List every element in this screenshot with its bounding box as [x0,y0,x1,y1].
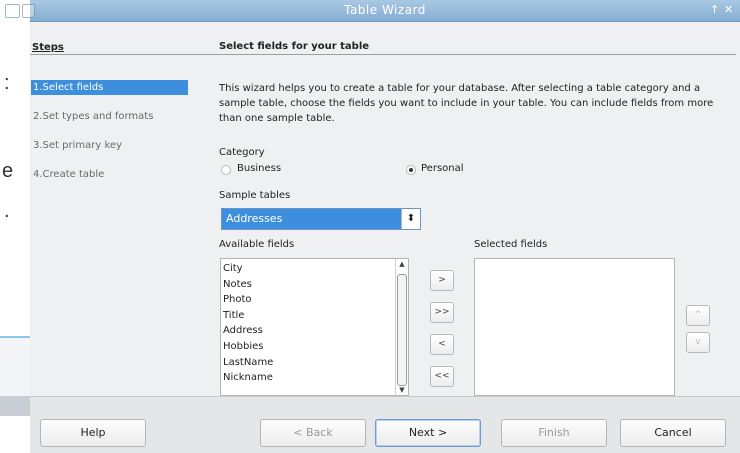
step-set-primary-key[interactable]: 3.Set primary key [31,138,188,153]
title-bar[interactable]: Table Wizard ↑ ✕ [5,0,740,22]
list-item[interactable]: City [223,261,243,277]
steps-title: Steps [32,42,64,53]
move-down-button[interactable]: v [686,332,710,353]
personal-radio[interactable] [406,165,416,175]
available-fields-list[interactable]: City Notes Photo Title Address Hobbies L… [220,258,409,396]
window-title: Table Wizard [344,3,426,17]
business-radio-label[interactable]: Business [237,163,281,174]
next-button[interactable]: Next > [375,419,481,447]
back-button[interactable]: < Back [260,419,366,447]
available-fields-label: Available fields [219,239,295,250]
background-text: : [4,72,10,94]
move-selected-button[interactable]: > [430,270,454,291]
list-item[interactable]: Photo [223,292,252,308]
list-item[interactable]: Notes [223,277,252,293]
list-item[interactable]: Hobbies [223,339,263,355]
business-radio[interactable] [221,165,231,175]
page-description: This wizard helps you to create a table … [219,83,714,124]
step-select-fields[interactable]: 1.Select fields [31,80,188,95]
finish-button[interactable]: Finish [501,419,607,447]
remove-all-button[interactable]: << [430,366,454,387]
remove-selected-button[interactable]: < [430,334,454,355]
selected-fields-label: Selected fields [474,239,548,250]
background-text: e [2,160,14,182]
category-label: Category [219,147,265,158]
table-wizard-dialog: Table Wizard ↑ ✕ Steps 1.Select fields 2… [5,0,740,453]
help-button[interactable]: Help [40,419,146,447]
divider [30,54,204,55]
list-item[interactable]: Address [223,323,263,339]
divider [198,54,736,55]
page-heading: Select fields for your table [219,41,370,52]
list-item[interactable]: LastName [223,355,273,371]
move-up-button[interactable]: ^ [686,305,710,326]
list-item[interactable]: Nickname [223,370,273,386]
personal-radio-label[interactable]: Personal [421,163,464,174]
sample-tables-value: Addresses [226,212,283,225]
vertical-scrollbar[interactable]: ▲ ▼ [395,259,408,395]
sample-tables-label: Sample tables [219,190,291,201]
list-item[interactable]: Title [223,308,244,324]
app-icon [5,4,20,18]
background-text: . [4,200,10,222]
move-all-button[interactable]: >> [430,302,454,323]
selected-fields-list[interactable] [474,258,675,396]
steps-pane: Steps 1.Select fields 2.Set types and fo… [30,22,206,396]
step-create-table[interactable]: 4.Create table [31,167,188,182]
close-icon[interactable]: ✕ [724,3,733,16]
background-panel [0,396,30,416]
scroll-thumb[interactable] [397,274,407,386]
maximize-icon[interactable]: ↑ [710,3,719,16]
scroll-up-icon[interactable]: ▲ [396,260,408,268]
cancel-button[interactable]: Cancel [620,419,726,447]
sample-tables-select[interactable]: Addresses ⬍ [221,208,421,230]
dialog-footer: Help < Back Next > Finish Cancel [30,396,740,453]
wizard-page: Select fields for your table This wizard… [198,22,740,396]
spin-arrows-icon[interactable]: ⬍ [401,209,420,229]
scroll-down-icon[interactable]: ▼ [396,386,408,394]
background-panel [0,336,30,398]
step-set-types-formats[interactable]: 2.Set types and formats [31,109,188,124]
